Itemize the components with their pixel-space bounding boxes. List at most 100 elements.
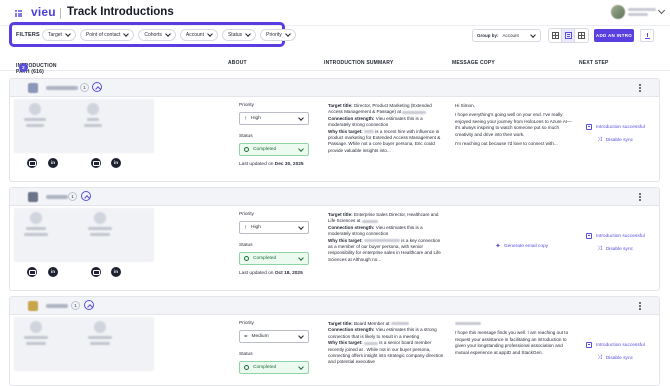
- calendar-icon: [586, 124, 592, 130]
- status-label: Status: [239, 243, 253, 248]
- status-select[interactable]: Completed: [239, 252, 309, 265]
- status-label: Status: [239, 352, 253, 357]
- disable-sync-link[interactable]: ⤨ Disable sync: [597, 137, 633, 144]
- account-name-blurred: [46, 195, 68, 199]
- check-circle-icon: [244, 365, 249, 370]
- priority-select[interactable]: ↑ High: [239, 112, 309, 125]
- more-options-icon[interactable]: [639, 302, 641, 310]
- priority-select[interactable]: ↑ High: [239, 221, 309, 234]
- more-options-icon[interactable]: [639, 84, 641, 92]
- intro-row: Priority = Medium Status Completed Target…: [10, 315, 659, 385]
- generate-email-button[interactable]: ✦ Generate email copy: [495, 242, 548, 250]
- app-logo[interactable]: vieu: [31, 5, 56, 19]
- disable-sync-label: Disable sync: [605, 356, 634, 361]
- linkedin-icon[interactable]: in: [111, 267, 121, 277]
- filter-target[interactable]: Target: [42, 29, 76, 41]
- chevron-down-icon: [298, 115, 304, 121]
- chevron-down-icon: [298, 146, 304, 152]
- email-icon[interactable]: [91, 158, 101, 168]
- chevron-down-icon: [165, 31, 171, 37]
- intro-summary: Target title: Board Member at Connection…: [328, 321, 446, 385]
- account-group: 1 Priority = Medium Status Completed Targ…: [9, 296, 660, 386]
- contact-person: [24, 103, 46, 127]
- summary-target-label: Target title:: [328, 321, 353, 326]
- summary-why-label: Why this target:: [328, 340, 363, 346]
- list-view-icon: [564, 32, 572, 39]
- col-about: ABOUT: [228, 60, 247, 66]
- next-step-link[interactable]: Introduction successful: [586, 124, 645, 130]
- chevron-down-icon: [657, 6, 666, 15]
- group-by-select[interactable]: Group by: Account: [472, 29, 541, 42]
- filters-label: FILTERS: [16, 32, 40, 38]
- view-table-button[interactable]: [575, 29, 588, 42]
- title-divider: [60, 8, 61, 19]
- filter-point-of-contact[interactable]: Point of contact: [79, 29, 135, 41]
- summary-strength-label: Connection strength:: [328, 115, 375, 121]
- chevron-down-icon: [298, 333, 304, 339]
- chevron-down-icon: [298, 224, 304, 230]
- disable-sync-link[interactable]: ⤨ Disable sync: [597, 355, 633, 362]
- linkedin-icon[interactable]: in: [48, 158, 58, 168]
- filter-label: Status: [227, 32, 243, 38]
- download-button[interactable]: [640, 29, 654, 42]
- status-select[interactable]: Completed: [239, 143, 309, 156]
- account-name-blurred: [46, 304, 68, 308]
- add-intro-button[interactable]: ADD AN INTRO: [594, 29, 634, 42]
- view-list-button[interactable]: [562, 29, 575, 42]
- group-header: 1: [10, 188, 659, 206]
- group-count: 1: [71, 301, 80, 310]
- column-headers: INTRODUCTION PATH (616) 2 ABOUT INTRODUCT…: [0, 57, 670, 75]
- chevron-down-icon: [207, 31, 213, 37]
- user-name-blurred: [628, 8, 656, 16]
- message-copy[interactable]: I hope this message finds you well. I am…: [455, 321, 573, 385]
- account-logo: [28, 83, 38, 93]
- chevron-down-icon: [284, 31, 291, 37]
- target-person: [84, 103, 102, 127]
- summary-why-label: Why this target:: [328, 237, 363, 243]
- chevron-down-icon: [298, 255, 304, 261]
- filter-status[interactable]: Status: [221, 29, 257, 41]
- arrow-up-icon: ↑: [244, 115, 247, 122]
- view-grid-button[interactable]: [549, 29, 562, 42]
- next-step-link[interactable]: Introduction successful: [586, 342, 645, 348]
- filter-account[interactable]: Account: [179, 29, 218, 41]
- sync-off-icon: ⤨: [597, 137, 602, 143]
- message-copy[interactable]: Hi Simon, I hope everything's going well…: [455, 103, 573, 177]
- linkedin-icon[interactable]: in: [48, 267, 58, 277]
- account-group: 1 in in Priority ↑ High Status Completed …: [9, 78, 660, 182]
- email-icon[interactable]: [27, 267, 37, 277]
- status-select[interactable]: Completed: [239, 361, 309, 374]
- disable-sync-link[interactable]: ⤨ Disable sync: [597, 246, 633, 253]
- priority-select[interactable]: = Medium: [239, 330, 309, 343]
- summary-strength-label: Connection strength:: [328, 224, 375, 230]
- summary-target-value: Board Member at: [352, 321, 390, 326]
- user-menu[interactable]: [611, 5, 666, 19]
- page-title: Track Introductions: [67, 6, 174, 18]
- email-icon[interactable]: [91, 267, 101, 277]
- more-options-icon[interactable]: [639, 193, 641, 201]
- collapse-toggle-icon[interactable]: [84, 300, 94, 310]
- updated-prefix: Last updated on: [239, 162, 274, 167]
- priority-label: Priority: [239, 212, 254, 217]
- calendar-icon: [586, 342, 592, 348]
- collapse-toggle-icon[interactable]: [92, 82, 102, 92]
- linkedin-icon[interactable]: in: [111, 158, 121, 168]
- contact-person: [24, 321, 48, 345]
- calendar-icon: [586, 233, 592, 239]
- email-icon[interactable]: [27, 158, 37, 168]
- table-view-icon: [578, 32, 585, 39]
- filter-pills: Target Point of contact Cohorts Account …: [42, 29, 296, 41]
- filter-priority[interactable]: Priority: [260, 29, 296, 41]
- summary-why-label: Why this target:: [328, 128, 363, 134]
- chevron-down-icon: [530, 32, 536, 38]
- summary-target-label: Target title:: [328, 103, 353, 108]
- grid-view-icon: [551, 32, 559, 39]
- summary-strength-label: Connection strength:: [328, 327, 375, 333]
- collapse-toggle-icon[interactable]: [81, 191, 91, 201]
- group-header: 1: [10, 79, 659, 97]
- app-grid-icon[interactable]: [15, 10, 22, 17]
- disable-sync-label: Disable sync: [605, 138, 634, 143]
- next-step-link[interactable]: Introduction successful: [586, 233, 645, 239]
- filter-cohorts[interactable]: Cohorts: [138, 29, 176, 41]
- chevron-down-icon: [298, 364, 304, 370]
